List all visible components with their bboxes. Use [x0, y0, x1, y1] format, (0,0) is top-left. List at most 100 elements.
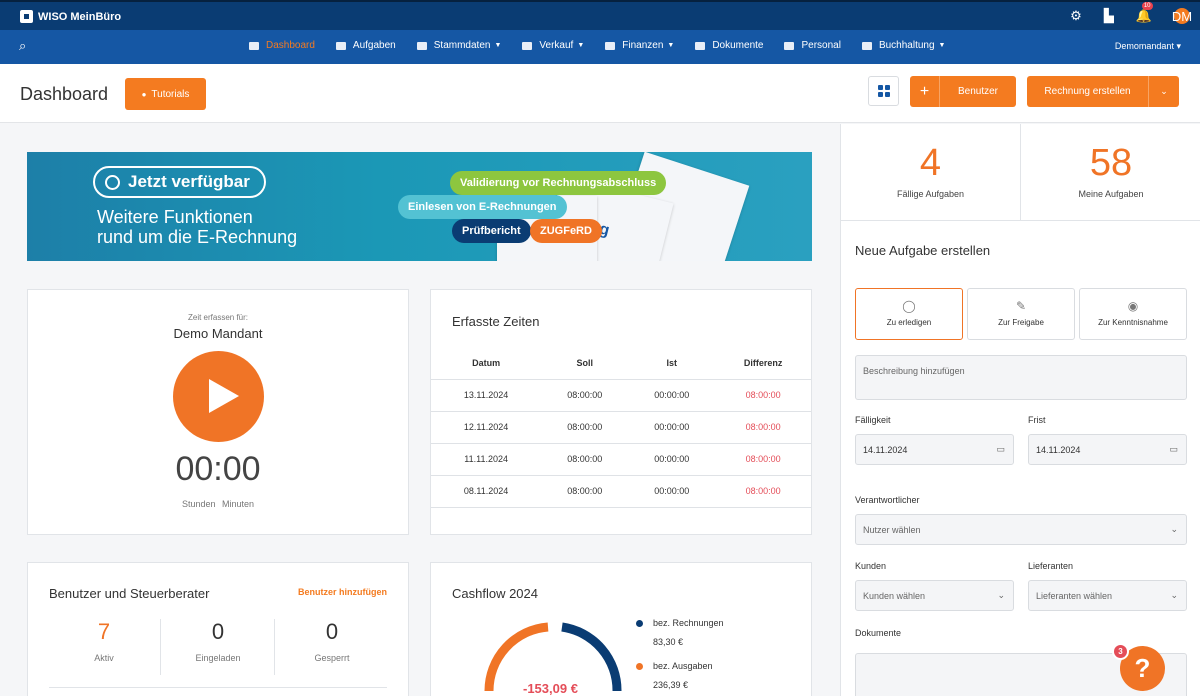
- task-type-notice[interactable]: ◉ Zur Kenntnisnahme: [1079, 288, 1187, 340]
- soll-cell: 08:00:00: [541, 379, 629, 412]
- column-header[interactable]: Soll: [541, 348, 629, 380]
- card-title: Erfasste Zeiten: [452, 314, 540, 329]
- top-bar: WISO MeinBüro ⚙ ▙ 🔔 10 DM: [0, 0, 1200, 30]
- page-title: Dashboard: [20, 84, 109, 104]
- building-icon[interactable]: ▙: [1104, 8, 1114, 24]
- legend-item: bez. Ausgaben 236,39 €: [636, 661, 713, 690]
- task-type-label: Zur Freigabe: [998, 318, 1044, 327]
- description-field[interactable]: Beschreibung hinzufügen: [855, 355, 1187, 400]
- diff-cell: 08:00:00: [715, 475, 811, 508]
- soll-cell: 08:00:00: [541, 443, 629, 476]
- legend-item: bez. Rechnungen 83,30 €: [636, 618, 724, 647]
- legend-dot: [636, 663, 643, 670]
- check-circle-icon: [105, 174, 120, 190]
- cashflow-card: Cashflow 2024 -153,09 € bez. Rechnungen 8…: [430, 562, 812, 696]
- users-card: Benutzer und Steuerberater Benutzer hinz…: [27, 562, 409, 696]
- divider: [49, 687, 387, 688]
- task-type-approval[interactable]: ✎ Zur Freigabe: [967, 288, 1075, 340]
- cashflow-center-value: -153,09 €: [523, 681, 578, 696]
- logo-icon: [20, 10, 33, 23]
- bell-icon[interactable]: 🔔 10: [1136, 2, 1153, 24]
- legend-label: bez. Ausgaben: [653, 661, 713, 671]
- lieferanten-label: Lieferanten: [1028, 561, 1074, 571]
- chevron-down-icon: ▾: [1176, 41, 1181, 51]
- new-task-title: Neue Aufgabe erstellen: [855, 243, 991, 258]
- diff-cell: 08:00:00: [715, 443, 811, 476]
- layout-grid-button[interactable]: [868, 76, 899, 106]
- column-header[interactable]: Datum: [431, 348, 542, 380]
- stat-value: 0: [325, 619, 339, 644]
- nav-label: Finanzen: [622, 40, 664, 51]
- document-icon: [522, 41, 533, 50]
- lieferanten-select[interactable]: Lieferanten wählen ⌄: [1028, 580, 1187, 611]
- banner-text: Weitere Funktionen rund um die E-Rechnung: [97, 207, 297, 247]
- avatar[interactable]: DM: [1172, 8, 1192, 24]
- ist-cell: 00:00:00: [628, 443, 716, 476]
- faelligkeit-date-input[interactable]: 14.11.2024 ▭: [855, 434, 1014, 465]
- card-title: Cashflow 2024: [452, 586, 538, 601]
- tasks-icon: [335, 41, 346, 50]
- banner-tag: Einlesen von E-Rechnungen: [398, 195, 567, 219]
- plus-icon: +: [910, 76, 940, 107]
- mandant-selector[interactable]: Demomandant ▾: [1115, 41, 1181, 52]
- nav-item-buchhaltung[interactable]: Buchhaltung ▼: [861, 40, 945, 51]
- person-icon: [416, 41, 427, 50]
- date-cell: 12.11.2024: [431, 411, 542, 444]
- ist-cell: 00:00:00: [628, 379, 716, 412]
- date-cell: 08.11.2024: [431, 475, 542, 508]
- verantwortlicher-select[interactable]: Nutzer wählen ⌄: [855, 514, 1187, 545]
- frist-value: 14.11.2024: [1036, 444, 1081, 455]
- chevron-down-icon: ▼: [494, 42, 502, 49]
- nav-item-personal[interactable]: Personal: [784, 40, 841, 51]
- stat-label: Aktiv: [94, 653, 114, 663]
- column-header[interactable]: Differenz: [715, 348, 811, 380]
- ist-cell: 00:00:00: [628, 475, 716, 508]
- table-header-row: Datum Soll Ist Differenz: [431, 348, 811, 380]
- legend-value: 83,30 €: [653, 637, 684, 647]
- column-header[interactable]: Ist: [628, 348, 716, 380]
- tutorials-button[interactable]: ● Tutorials: [125, 78, 206, 110]
- table-row: 13.11.2024 08:00:00 00:00:00 08:00:00: [431, 379, 811, 412]
- date-cell: 11.11.2024: [431, 443, 542, 476]
- stat-label: Gesperrt: [314, 653, 350, 663]
- nav-item-dashboard[interactable]: Dashboard: [249, 40, 315, 51]
- task-type-label: Zur Kenntnisnahme: [1098, 318, 1168, 327]
- play-button[interactable]: [173, 351, 264, 442]
- description-placeholder: Beschreibung hinzufügen: [863, 366, 965, 376]
- kunden-select[interactable]: Kunden wählen ⌄: [855, 580, 1014, 611]
- e-rechnung-banner[interactable]: nung Jetzt verfügbar Weitere Funktionenr…: [27, 152, 812, 261]
- mandant-label: Demomandant: [1114, 41, 1174, 51]
- kpi-value: 58: [1089, 142, 1133, 184]
- nav-item-verkauf[interactable]: Verkauf ▼: [522, 40, 584, 51]
- help-badge: 3: [1112, 643, 1129, 660]
- calendar-icon[interactable]: ▭: [1169, 444, 1178, 455]
- frist-date-input[interactable]: 14.11.2024 ▭: [1028, 434, 1187, 465]
- bank-icon: [605, 41, 616, 50]
- soll-cell: 08:00:00: [541, 475, 629, 508]
- diff-cell: 08:00:00: [715, 411, 811, 444]
- folder-icon: [695, 41, 706, 50]
- nav-label: Dokumente: [712, 40, 764, 51]
- task-type-todo[interactable]: ◯ Zu erledigen: [855, 288, 963, 340]
- nav-item-finanzen[interactable]: Finanzen ▼: [605, 40, 674, 51]
- kpi-my-tasks[interactable]: 58 Meine Aufgaben: [1021, 124, 1200, 221]
- add-user-link[interactable]: Benutzer hinzufügen: [298, 587, 387, 597]
- kpi-due-tasks[interactable]: 4 Fällige Aufgaben: [841, 124, 1021, 221]
- topbar-icons: ⚙ ▙ 🔔 10 DM: [1070, 2, 1192, 24]
- nav-item-stammdaten[interactable]: Stammdaten ▼: [416, 40, 502, 51]
- help-button[interactable]: ? 3: [1112, 643, 1165, 691]
- nav-item-dokumente[interactable]: Dokumente: [695, 40, 763, 51]
- ist-cell: 00:00:00: [628, 411, 716, 444]
- search-icon[interactable]: ⌕: [19, 38, 26, 54]
- nav-item-aufgaben[interactable]: Aufgaben: [335, 40, 396, 51]
- app-logo[interactable]: WISO MeinBüro: [20, 10, 121, 23]
- add-user-button[interactable]: + Benutzer: [910, 76, 1016, 107]
- gear-icon[interactable]: ⚙: [1070, 8, 1082, 24]
- stat-value: 7: [97, 619, 111, 644]
- chevron-down-icon[interactable]: ⌄: [1148, 76, 1179, 107]
- kunden-label: Kunden: [855, 561, 887, 571]
- grid-icon: [877, 85, 883, 90]
- question-icon: ?: [1134, 653, 1151, 683]
- calendar-icon[interactable]: ▭: [996, 444, 1005, 455]
- create-invoice-button[interactable]: Rechnung erstellen ⌄: [1027, 76, 1179, 107]
